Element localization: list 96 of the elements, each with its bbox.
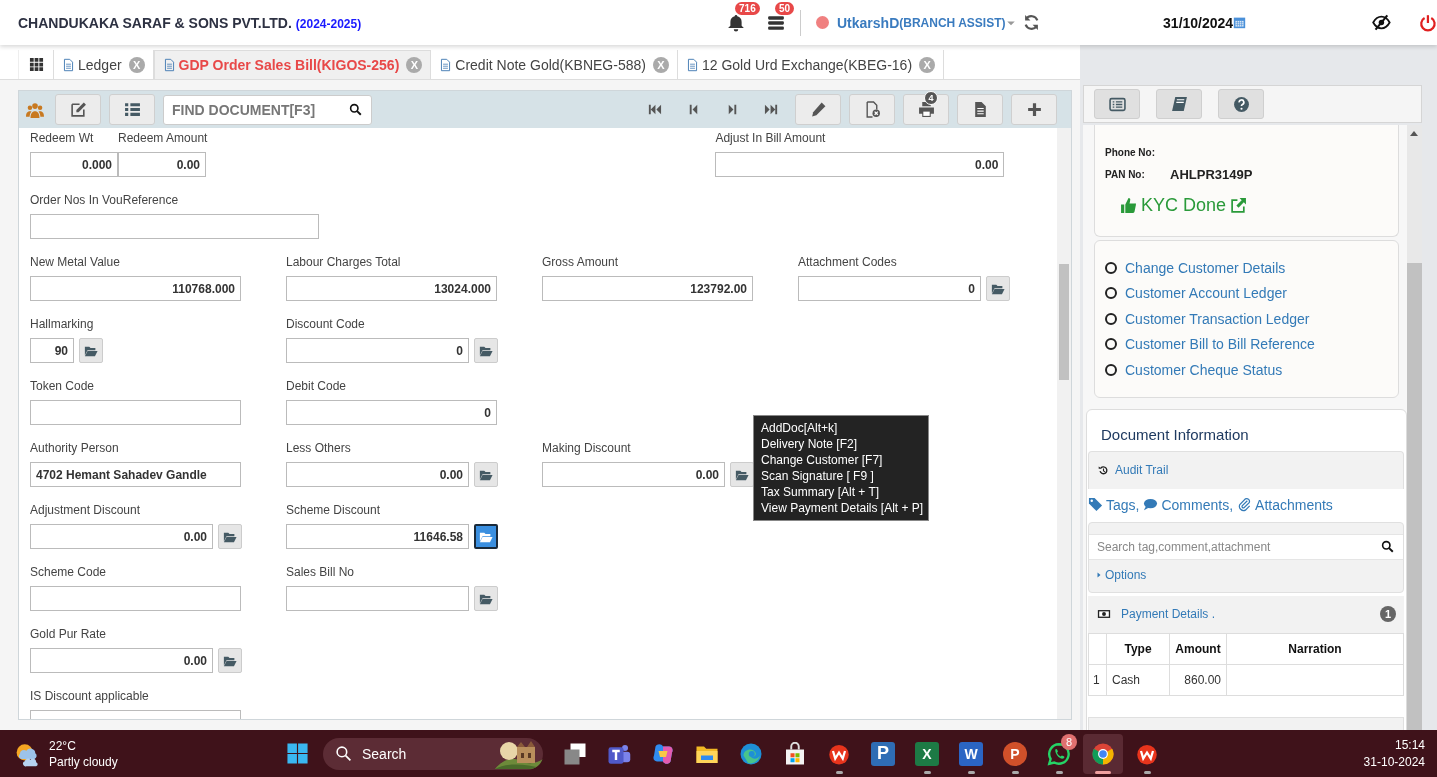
input-field[interactable]: 0.00: [118, 152, 206, 177]
input-field[interactable]: 4702 Hemant Sahadev Gandle: [30, 462, 241, 487]
tab[interactable]: GDP Order Sales Bill(KIGOS-256) X: [153, 50, 432, 79]
clock-date: 31-10-2024: [1363, 753, 1425, 771]
input-field[interactable]: 90: [30, 338, 74, 363]
link[interactable]: Change Customer Details: [1125, 259, 1286, 276]
input-field[interactable]: 0.00: [286, 462, 469, 487]
date-text: 31/10/2024: [1163, 14, 1234, 31]
options-toggle[interactable]: Options: [1095, 567, 1147, 582]
table-cell: Cash: [1106, 664, 1170, 695]
print-button[interactable]: 4: [903, 94, 949, 125]
tooltip-item: Change Customer [F7]: [761, 452, 884, 468]
field-label: Scheme Code: [30, 565, 107, 580]
taskbar-app[interactable]: 8: [1039, 733, 1079, 774]
field-label: Order Nos In VouReference: [30, 193, 179, 208]
input-field[interactable]: 0: [798, 276, 981, 301]
tooltip-item: AddDoc[Alt+k]: [761, 420, 839, 436]
field-label: Labour Charges Total: [286, 255, 401, 270]
link[interactable]: Customer Account Ledger: [1125, 285, 1287, 302]
taskbar-app[interactable]: P: [995, 733, 1035, 774]
link[interactable]: Tags,: [1088, 496, 1140, 513]
tooltip-item: View Payment Details [Alt + P]: [761, 500, 921, 516]
input-field[interactable]: 123792.00: [542, 276, 753, 301]
column-header: Narration: [1226, 633, 1404, 664]
field-label: Making Discount: [542, 441, 631, 456]
payment-details-link[interactable]: Payment Details .: [1121, 607, 1216, 621]
excel-icon: X: [915, 741, 939, 766]
field-label: Adjust In Bill Amount: [715, 131, 826, 146]
field-label: IS Discount applicable: [30, 689, 149, 704]
input-field[interactable]: 0.00: [30, 524, 213, 549]
tooltip-item: Scan Signature [ F9 ]: [761, 468, 875, 484]
clock-time: 15:14: [1394, 736, 1425, 754]
user-role[interactable]: (BRANCH ASSIST): [899, 15, 1006, 30]
link[interactable]: Comments,: [1143, 496, 1234, 513]
search-field[interactable]: Search tag,comment,attachment: [1089, 533, 1403, 560]
field-label: Debit Code: [286, 379, 347, 394]
field-label: Scheme Discount: [286, 503, 381, 518]
app-icon: P: [871, 741, 895, 766]
taskbar-app[interactable]: P: [863, 733, 903, 774]
tab[interactable]: 12 Gold Urd Exchange(KBEG-16) X: [677, 50, 945, 79]
field-label: Attachment Codes: [798, 255, 897, 270]
link[interactable]: Customer Cheque Status: [1125, 361, 1283, 378]
count-badge: 8: [1061, 733, 1077, 750]
taskbar-app[interactable]: W: [951, 733, 991, 774]
input-field[interactable]: 0.00: [30, 648, 213, 673]
field-label: PAN No:: [1105, 168, 1146, 180]
input-field[interactable]: 11646.58: [286, 524, 469, 549]
search-field[interactable]: FIND DOCUMENT[F3]: [163, 94, 372, 125]
count-badge: 50: [775, 1, 795, 15]
count-badge: 1: [1380, 606, 1396, 622]
search-field[interactable]: Search: [323, 737, 543, 770]
link[interactable]: Customer Transaction Ledger: [1125, 310, 1310, 327]
table-cell: 860.00: [1169, 664, 1227, 695]
field-label: Token Code: [30, 379, 95, 394]
input-field[interactable]: 0: [286, 400, 497, 425]
field-label: Hallmarking: [30, 317, 94, 332]
input-field[interactable]: 13024.000: [286, 276, 497, 301]
column-header: Type: [1106, 633, 1170, 664]
input-field[interactable]: 110768.000: [30, 276, 241, 301]
weather-text: Partly cloudy: [49, 753, 118, 770]
tooltip-item: Tax Summary [Alt + T]: [761, 484, 881, 500]
column-header: Amount: [1169, 633, 1227, 664]
tooltip-item: Delivery Note [F2]: [761, 436, 859, 452]
input-field[interactable]: 0.00: [715, 152, 1005, 177]
field-label: Discount Code: [286, 317, 365, 332]
field-value: AHLPR3149P: [1170, 166, 1253, 182]
field-label: Redeem Amount: [118, 131, 208, 146]
field-label: Less Others: [286, 441, 351, 456]
link[interactable]: Customer Bill to Bill Reference: [1125, 336, 1315, 353]
taskbar-app[interactable]: X: [907, 733, 947, 774]
tab[interactable]: Ledger X: [54, 50, 154, 79]
field-label: Gross Amount: [542, 255, 619, 270]
input-field[interactable]: 0: [286, 338, 469, 363]
temperature: 22°C: [49, 737, 77, 754]
powerpoint-icon: P: [1003, 741, 1027, 766]
field-label: Adjustment Discount: [30, 503, 141, 518]
count-badge: 716: [735, 1, 760, 15]
link[interactable]: Attachments: [1237, 496, 1333, 513]
fiscal-year: (2024-2025): [295, 16, 362, 31]
kyc-link[interactable]: KYC Done: [1120, 195, 1388, 216]
field-label: Sales Bill No: [286, 565, 355, 580]
row-number: 1: [1088, 664, 1107, 695]
field-label: Gold Pur Rate: [30, 627, 107, 642]
audit-trail-link[interactable]: Audit Trail: [1098, 463, 1169, 477]
user-name[interactable]: UtkarshD: [837, 14, 900, 31]
field-label: Redeem Wt: [30, 131, 94, 146]
input-field[interactable]: 0.000: [30, 152, 118, 177]
input-field[interactable]: 0.00: [542, 462, 725, 487]
field-label: New Metal Value: [30, 255, 120, 270]
word-icon: W: [959, 741, 983, 766]
count-badge: 4: [924, 91, 938, 105]
section-title: Document Information: [1100, 424, 1250, 445]
tab[interactable]: Credit Note Gold(KBNEG-588) X: [431, 50, 678, 79]
field-label: Phone No:: [1105, 146, 1156, 158]
company-name: CHANDUKAKA SARAF & SONS PVT.LTD.: [18, 14, 292, 31]
field-label: Authority Person: [30, 441, 119, 456]
